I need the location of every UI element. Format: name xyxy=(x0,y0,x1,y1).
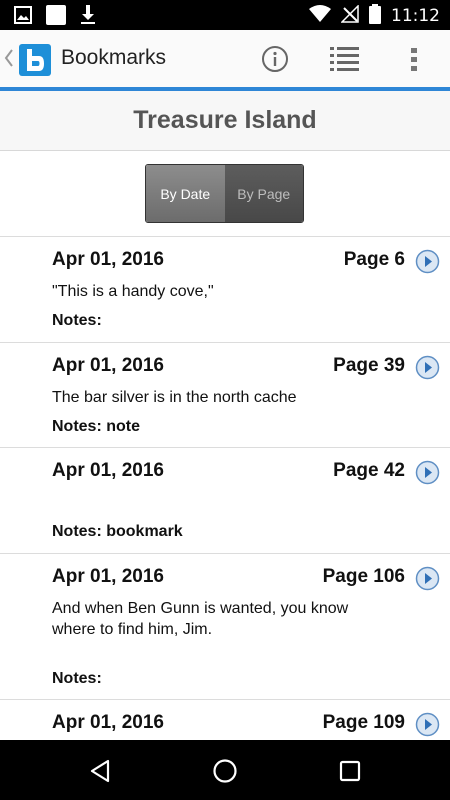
home-icon[interactable] xyxy=(210,756,240,786)
bookmark-item[interactable]: Apr 01, 2016 Page 6 "This is a handy cov… xyxy=(0,237,450,341)
bookmark-date: Apr 01, 2016 xyxy=(52,249,164,270)
bookmark-item[interactable]: Apr 01, 2016 Page 39 The bar silver is i… xyxy=(0,343,450,447)
go-to-page-icon[interactable] xyxy=(415,249,440,274)
bookmark-quote: And when Ben Gunn is wanted, you know wh… xyxy=(52,600,349,638)
bookmark-page: Page 6 xyxy=(343,249,405,270)
recents-icon[interactable] xyxy=(335,756,365,786)
notes-value: bookmark xyxy=(106,523,183,540)
notes-label: Notes: xyxy=(52,418,102,435)
notes-value: note xyxy=(106,418,141,435)
bookmark-notes: Notes: xyxy=(52,670,102,688)
back-icon[interactable] xyxy=(85,756,115,786)
info-icon[interactable] xyxy=(261,45,289,77)
bookmark-page: Page 109 xyxy=(322,712,405,733)
book-title: Treasure Island xyxy=(133,106,317,134)
image-notification-icon xyxy=(14,6,32,28)
book-title-band: Treasure Island xyxy=(0,91,450,151)
notes-label: Notes: xyxy=(52,523,102,540)
app-logo[interactable] xyxy=(19,44,51,76)
sort-toggle: By Date By Page xyxy=(145,164,304,223)
no-signal-icon xyxy=(340,4,359,27)
bookmark-notes: Notes: bookmark xyxy=(52,523,183,541)
status-bar: 11:12 xyxy=(0,0,450,30)
bookmark-date: Apr 01, 2016 xyxy=(52,712,164,733)
bookmark-item[interactable]: Apr 01, 2016 Page 106 And when Ben Gunn … xyxy=(0,554,450,699)
navigation-bar xyxy=(0,740,450,800)
wifi-icon xyxy=(309,5,331,27)
app-bar: Bookmarks xyxy=(0,30,450,87)
bookmark-item[interactable]: Apr 01, 2016 Page 109 xyxy=(0,700,450,740)
notes-label: Notes: xyxy=(52,312,102,329)
bookmark-notes: Notes: xyxy=(52,312,102,330)
bookmark-notes: Notes: note xyxy=(52,418,140,436)
bookmark-page: Page 42 xyxy=(333,460,405,481)
bookmark-date: Apr 01, 2016 xyxy=(52,460,164,481)
bookmark-page: Page 39 xyxy=(333,355,405,376)
app-title: Bookmarks xyxy=(61,46,167,69)
clock-time: 11:12 xyxy=(391,6,440,26)
sort-by-date-button[interactable]: By Date xyxy=(146,165,225,222)
bookmark-date: Apr 01, 2016 xyxy=(52,355,164,376)
bookmark-page: Page 106 xyxy=(322,566,405,587)
go-to-page-icon[interactable] xyxy=(415,712,440,737)
download-icon xyxy=(80,5,96,29)
bookmark-item[interactable]: Apr 01, 2016 Page 42 Notes: bookmark xyxy=(0,448,450,552)
bookmark-date: Apr 01, 2016 xyxy=(52,566,164,587)
more-vert-icon[interactable] xyxy=(408,45,420,77)
go-to-page-icon[interactable] xyxy=(415,460,440,485)
bookmark-quote: The bar silver is in the north cache xyxy=(52,389,297,406)
list-icon[interactable] xyxy=(330,45,360,77)
go-to-page-icon[interactable] xyxy=(415,355,440,380)
battery-icon xyxy=(369,4,381,28)
back-chevron-icon[interactable] xyxy=(4,48,14,72)
go-to-page-icon[interactable] xyxy=(415,566,440,591)
blank-notification-icon xyxy=(46,5,66,29)
bookmark-quote: "This is a handy cove," xyxy=(52,283,214,300)
sort-by-page-button[interactable]: By Page xyxy=(224,165,303,222)
notes-label: Notes: xyxy=(52,670,102,687)
